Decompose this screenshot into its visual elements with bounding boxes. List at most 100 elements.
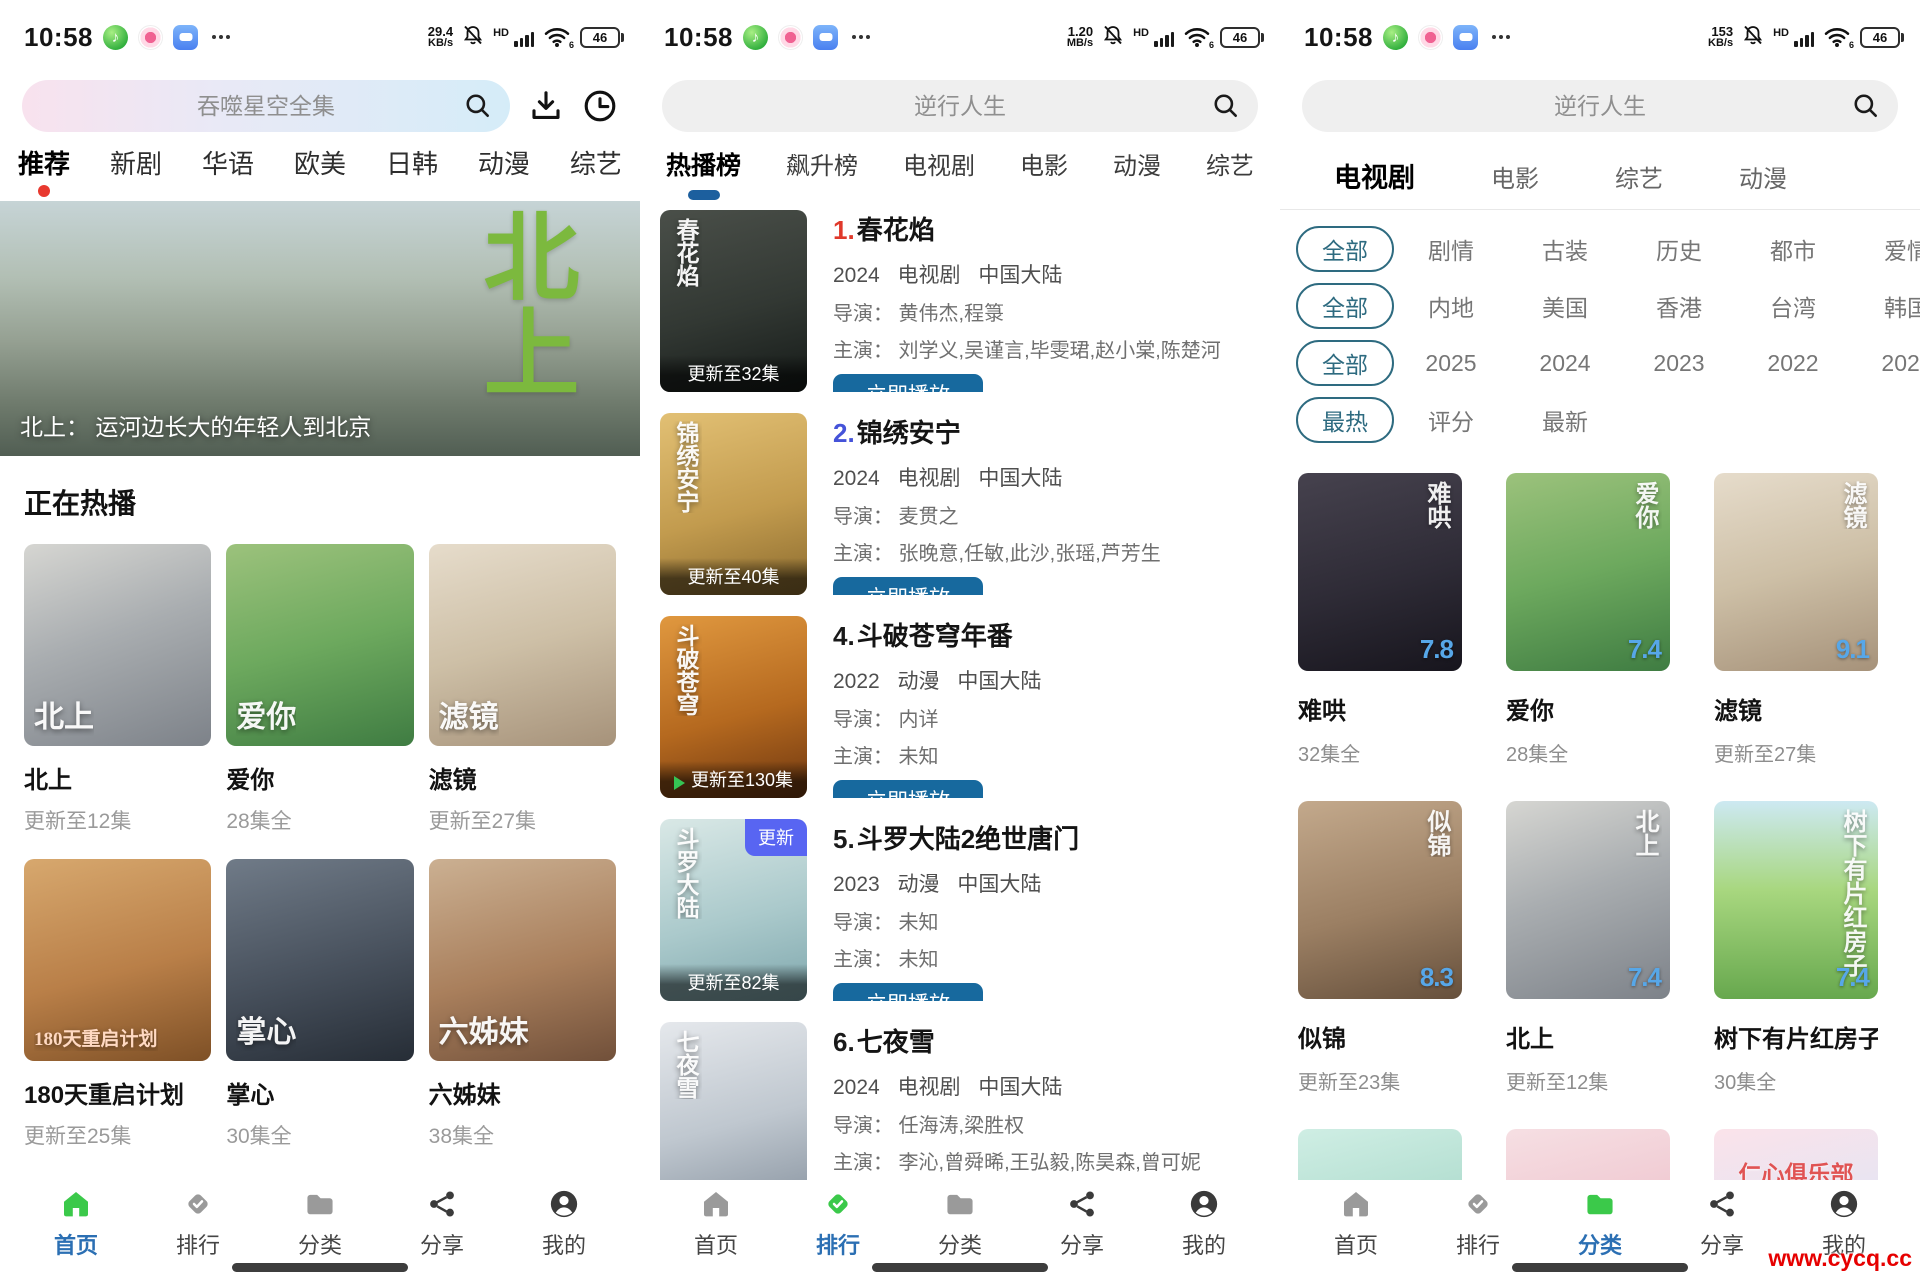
poster[interactable]: 斗破苍穹 更新至130集 — [660, 616, 807, 798]
filter-pill-all[interactable]: 全部 — [1296, 283, 1394, 329]
series-card[interactable]: 六姊妹 六姊妹 38集全 — [429, 859, 616, 1150]
filter-pill-hottest[interactable]: 最热 — [1296, 397, 1394, 443]
filter-option[interactable]: 2022 — [1736, 350, 1850, 377]
poster[interactable]: 六姊妹 — [429, 859, 616, 1061]
tab-hot-list[interactable]: 热播榜 — [666, 146, 741, 194]
filter-option[interactable]: 香港 — [1622, 289, 1736, 323]
poster[interactable]: 滤镜 — [429, 544, 616, 746]
poster[interactable]: 春花焰 更新至32集 — [660, 210, 807, 392]
filter-option[interactable]: 韩国 — [1850, 289, 1920, 323]
home-indicator[interactable] — [232, 1263, 408, 1272]
series-card[interactable]: 滤镜 滤镜 更新至27集 — [429, 544, 616, 835]
tab-tv[interactable]: 电视剧 — [903, 146, 975, 194]
poster[interactable]: 似锦 8.3 — [1298, 801, 1462, 999]
search-icon[interactable] — [464, 92, 492, 120]
search-input[interactable] — [22, 80, 510, 132]
filter-option[interactable]: 爱情 — [1850, 232, 1920, 266]
series-card[interactable]: 掌心 掌心 30集全 — [226, 859, 413, 1150]
series-card[interactable]: 难哄 7.8 难哄 32集全 — [1298, 473, 1462, 767]
tab-western[interactable]: 欧美 — [294, 144, 346, 193]
poster[interactable]: 七夜雪 — [660, 1022, 807, 1204]
series-card[interactable]: 似锦 8.3 似锦 更新至23集 — [1298, 801, 1462, 1095]
poster[interactable]: 掌心 — [226, 859, 413, 1061]
nav-home[interactable]: 首页 — [1320, 1188, 1392, 1260]
nav-rank[interactable]: 排行 — [802, 1188, 874, 1260]
nav-categories[interactable]: 分类 — [1564, 1188, 1636, 1260]
filter-option[interactable]: 2025 — [1394, 350, 1508, 377]
search-bar[interactable] — [22, 80, 510, 132]
nav-share[interactable]: 分享 — [1046, 1188, 1118, 1260]
nav-rank[interactable]: 排行 — [1442, 1188, 1514, 1260]
history-icon[interactable] — [582, 88, 618, 124]
home-indicator[interactable] — [1512, 1263, 1688, 1272]
tab-variety[interactable]: 综艺 — [570, 144, 622, 193]
series-card[interactable]: 北上 北上 更新至12集 — [24, 544, 211, 835]
nav-mine[interactable]: 我的 — [528, 1188, 600, 1260]
nav-mine[interactable]: 我的 — [1168, 1188, 1240, 1260]
poster[interactable]: 爱你 — [226, 544, 413, 746]
play-now-button[interactable]: 立即播放 — [833, 374, 983, 392]
home-indicator[interactable] — [872, 1263, 1048, 1272]
play-now-button[interactable]: 立即播放 — [833, 780, 983, 798]
filter-option[interactable]: 剧情 — [1394, 232, 1508, 266]
hero-banner[interactable]: 北上 北上： 运河边长大的年轻人到北京 — [0, 201, 640, 456]
filter-option[interactable]: 最新 — [1508, 403, 1622, 437]
play-now-button[interactable]: 立即播放 — [833, 577, 983, 595]
tab-anime[interactable]: 动漫 — [478, 144, 530, 193]
search-input[interactable] — [662, 80, 1258, 132]
poster[interactable]: 斗罗大陆 更新 更新至82集 — [660, 819, 807, 1001]
nav-share[interactable]: 分享 — [406, 1188, 478, 1260]
filter-option[interactable]: 台湾 — [1736, 289, 1850, 323]
tab-movies[interactable]: 电影 — [1020, 146, 1068, 194]
rank-list-item[interactable]: 七夜雪 6.七夜雪 2024 电视剧 中国大陆 导演： 任海涛,梁胜权 主演： … — [660, 1022, 1280, 1204]
poster[interactable]: 树下有片红房子 7.4 — [1714, 801, 1878, 999]
filter-option[interactable]: 2021 — [1850, 350, 1920, 377]
filter-option[interactable]: 2024 — [1508, 350, 1622, 377]
nav-categories[interactable]: 分类 — [924, 1188, 996, 1260]
poster[interactable]: 难哄 7.8 — [1298, 473, 1462, 671]
tab-tv[interactable]: 电视剧 — [1334, 156, 1415, 195]
tab-rising-list[interactable]: 飙升榜 — [786, 146, 858, 194]
search-bar[interactable] — [662, 80, 1258, 132]
series-card[interactable]: 滤镜 9.1 滤镜 更新至27集 — [1714, 473, 1878, 767]
rank-list-item[interactable]: 斗罗大陆 更新 更新至82集 5.斗罗大陆2绝世唐门 2023 动漫 中国大陆 … — [660, 819, 1280, 1001]
series-card[interactable]: 树下有片红房子 7.4 树下有片红房子 30集全 — [1714, 801, 1878, 1095]
search-icon[interactable] — [1212, 92, 1240, 120]
filter-pill-all[interactable]: 全部 — [1296, 226, 1394, 272]
series-card[interactable]: 爱你 7.4 爱你 28集全 — [1506, 473, 1670, 767]
download-icon[interactable] — [528, 88, 564, 124]
nav-categories[interactable]: 分类 — [284, 1188, 356, 1260]
nav-home[interactable]: 首页 — [40, 1188, 112, 1260]
poster[interactable]: 北上 7.4 — [1506, 801, 1670, 999]
poster[interactable]: 滤镜 9.1 — [1714, 473, 1878, 671]
poster[interactable]: 锦绣安宁 更新至40集 — [660, 413, 807, 595]
series-card[interactable]: 180天重启计划 180天重启计划 更新至25集 — [24, 859, 211, 1150]
tab-anime[interactable]: 动漫 — [1739, 159, 1787, 194]
search-input[interactable] — [1302, 80, 1898, 132]
nav-rank[interactable]: 排行 — [162, 1188, 234, 1260]
tab-variety[interactable]: 综艺 — [1615, 159, 1663, 194]
play-now-button[interactable]: 立即播放 — [833, 983, 983, 1001]
rank-list-item[interactable]: 锦绣安宁 更新至40集 2.锦绣安宁 2024 电视剧 中国大陆 导演： 麦贯之… — [660, 413, 1280, 595]
filter-option[interactable]: 内地 — [1394, 289, 1508, 323]
tab-jp-kr[interactable]: 日韩 — [386, 144, 438, 193]
nav-home[interactable]: 首页 — [680, 1188, 752, 1260]
tab-variety[interactable]: 综艺 — [1206, 146, 1254, 194]
poster[interactable]: 180天重启计划 — [24, 859, 211, 1061]
tab-recommend[interactable]: 推荐 — [18, 144, 70, 193]
tab-new-dramas[interactable]: 新剧 — [110, 144, 162, 193]
filter-option[interactable]: 都市 — [1736, 232, 1850, 266]
search-icon[interactable] — [1852, 92, 1880, 120]
filter-option[interactable]: 古装 — [1508, 232, 1622, 266]
filter-option[interactable]: 历史 — [1622, 232, 1736, 266]
tab-movies[interactable]: 电影 — [1491, 159, 1539, 194]
tab-anime[interactable]: 动漫 — [1113, 146, 1161, 194]
nav-share[interactable]: 分享 — [1686, 1188, 1758, 1260]
series-card[interactable]: 北上 7.4 北上 更新至12集 — [1506, 801, 1670, 1095]
search-bar[interactable] — [1302, 80, 1898, 132]
rank-list-item[interactable]: 斗破苍穹 更新至130集 4.斗破苍穹年番 2022 动漫 中国大陆 导演： 内… — [660, 616, 1280, 798]
series-card[interactable]: 爱你 爱你 28集全 — [226, 544, 413, 835]
filter-option[interactable]: 2023 — [1622, 350, 1736, 377]
poster[interactable]: 北上 — [24, 544, 211, 746]
rank-list-item[interactable]: 春花焰 更新至32集 1.春花焰 2024 电视剧 中国大陆 导演： 黄伟杰,程… — [660, 210, 1280, 392]
